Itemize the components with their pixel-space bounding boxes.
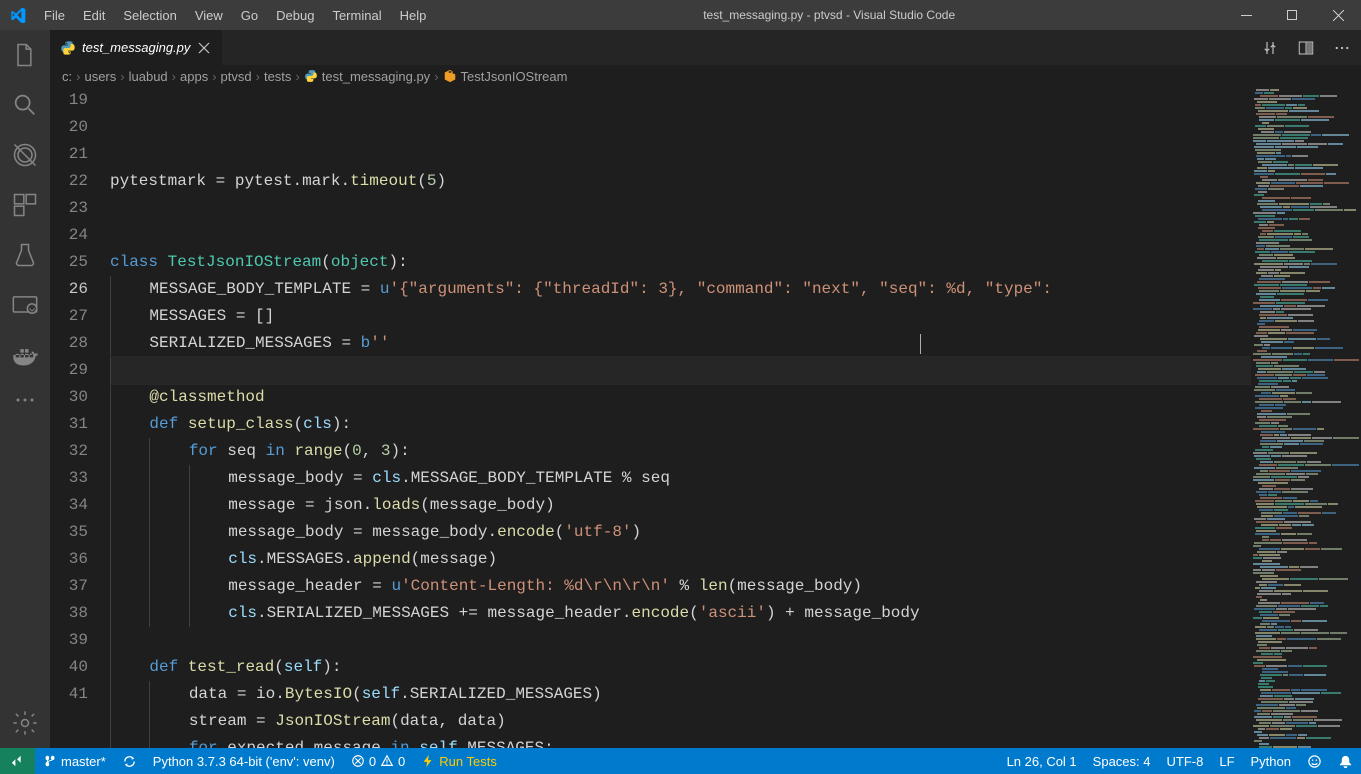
python-file-icon (60, 40, 76, 56)
vscode-logo-icon (0, 7, 35, 23)
status-sync[interactable] (114, 748, 145, 774)
status-python-label: Python 3.7.3 64-bit ('env': venv) (153, 754, 335, 769)
status-run-tests[interactable]: Run Tests (413, 748, 505, 774)
activity-extensions[interactable] (0, 180, 50, 230)
activity-settings[interactable] (0, 698, 50, 748)
breadcrumb-segment[interactable]: tests (264, 69, 291, 84)
editor-content[interactable]: 1920212223242526272829303132333435363738… (50, 87, 1361, 748)
tab-label: test_messaging.py (82, 40, 190, 55)
activity-remote[interactable] (0, 280, 50, 330)
status-encoding[interactable]: UTF-8 (1159, 748, 1212, 774)
activity-test[interactable] (0, 230, 50, 280)
status-notifications[interactable] (1330, 748, 1361, 774)
more-actions-icon[interactable] (1333, 39, 1351, 57)
breadcrumb-segment[interactable]: c: (62, 69, 72, 84)
menu-file[interactable]: File (35, 0, 74, 30)
tab-close-icon[interactable] (196, 40, 212, 56)
menu-edit[interactable]: Edit (74, 0, 114, 30)
status-remote[interactable] (0, 748, 35, 774)
menu-terminal[interactable]: Terminal (323, 0, 390, 30)
window-controls (1223, 0, 1361, 30)
tabs-bar: test_messaging.py (50, 30, 1361, 65)
minimize-button[interactable] (1223, 0, 1269, 30)
text-cursor (920, 334, 921, 354)
menu-bar: File Edit Selection View Go Debug Termin… (35, 0, 435, 30)
symbol-class-icon (443, 69, 457, 83)
breadcrumb-symbol[interactable]: TestJsonIOStream (443, 69, 568, 84)
menu-selection[interactable]: Selection (114, 0, 185, 30)
menu-help[interactable]: Help (391, 0, 436, 30)
status-feedback[interactable] (1299, 748, 1330, 774)
titlebar: File Edit Selection View Go Debug Termin… (0, 0, 1361, 30)
python-file-icon (304, 69, 318, 83)
status-git-branch[interactable]: master* (35, 748, 114, 774)
status-run-tests-label: Run Tests (439, 754, 497, 769)
status-line-col[interactable]: Ln 26, Col 1 (999, 748, 1085, 774)
breadcrumbs[interactable]: c:› users› luabud› apps› ptvsd› tests› t… (50, 65, 1361, 87)
close-button[interactable] (1315, 0, 1361, 30)
activity-docker[interactable] (0, 330, 50, 380)
menu-view[interactable]: View (186, 0, 232, 30)
activity-more[interactable] (0, 380, 50, 420)
breadcrumb-segment[interactable]: apps (180, 69, 208, 84)
breadcrumb-segment[interactable]: ptvsd (221, 69, 252, 84)
status-language[interactable]: Python (1243, 748, 1299, 774)
minimap[interactable] (1251, 87, 1361, 748)
status-warnings-count: 0 (398, 754, 405, 769)
breadcrumb-segment[interactable]: users (84, 69, 116, 84)
status-errors-count: 0 (369, 754, 376, 769)
status-branch-label: master* (61, 754, 106, 769)
status-bar: master* Python 3.7.3 64-bit ('env': venv… (0, 748, 1361, 774)
line-gutter: 1920212223242526272829303132333435363738… (50, 87, 110, 748)
menu-debug[interactable]: Debug (267, 0, 323, 30)
activity-explorer[interactable] (0, 30, 50, 80)
status-spaces[interactable]: Spaces: 4 (1085, 748, 1159, 774)
breadcrumb-label: TestJsonIOStream (461, 69, 568, 84)
activity-search[interactable] (0, 80, 50, 130)
activity-bar (0, 30, 50, 748)
menu-go[interactable]: Go (232, 0, 267, 30)
breadcrumb-label: test_messaging.py (322, 69, 430, 84)
compare-changes-icon[interactable] (1261, 39, 1279, 57)
status-python-interpreter[interactable]: Python 3.7.3 64-bit ('env': venv) (145, 748, 343, 774)
window-title: test_messaging.py - ptvsd - Visual Studi… (435, 8, 1223, 22)
tab-test-messaging[interactable]: test_messaging.py (50, 30, 223, 65)
breadcrumb-segment[interactable]: luabud (129, 69, 168, 84)
editor-area: test_messaging.py c:› users› luabu (50, 30, 1361, 748)
breadcrumb-file[interactable]: test_messaging.py (304, 69, 430, 84)
code-area[interactable]: pytestmark = pytest.mark.timeout(5)class… (110, 87, 1251, 748)
activity-debug[interactable] (0, 130, 50, 180)
status-eol[interactable]: LF (1211, 748, 1242, 774)
status-problems[interactable]: 0 0 (343, 748, 413, 774)
maximize-button[interactable] (1269, 0, 1315, 30)
split-editor-icon[interactable] (1297, 39, 1315, 57)
